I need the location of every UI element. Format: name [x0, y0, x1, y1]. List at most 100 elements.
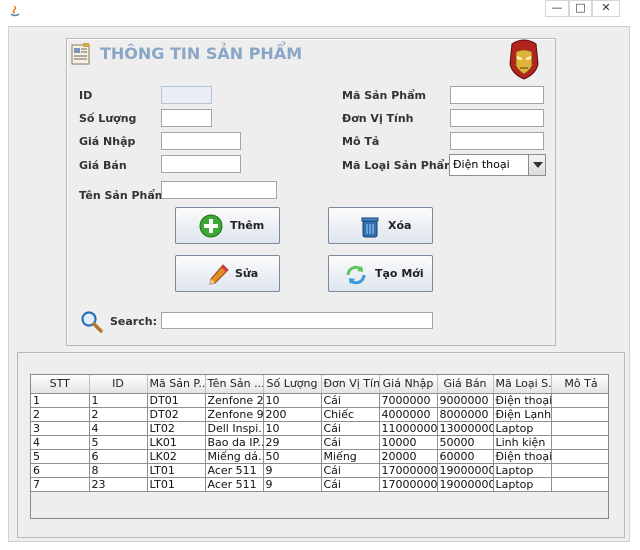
tao-moi-button[interactable]: Tạo Mới [328, 255, 433, 292]
close-button[interactable]: ✕ [592, 0, 620, 17]
table-cell[interactable]: 4000000 [379, 407, 438, 422]
table-cell[interactable]: 4 [31, 435, 90, 450]
table-cell[interactable]: 2 [89, 407, 148, 422]
table-cell[interactable] [551, 407, 608, 422]
table-cell[interactable]: Cái [321, 421, 380, 436]
table-cell[interactable]: LK01 [147, 435, 206, 450]
table-cell[interactable]: 19000000 [437, 463, 494, 478]
table-cell[interactable]: Dell Inspi... [205, 421, 264, 436]
table-cell[interactable]: 9000000 [437, 393, 494, 408]
minimize-button[interactable]: — [545, 0, 569, 17]
table-row[interactable]: 3 4 LT02 Dell Inspi... 10 Cái 11000000 13000000… [31, 421, 608, 436]
table-cell[interactable]: 7 [31, 477, 90, 492]
ten-san-pham-field[interactable] [161, 181, 277, 199]
table-cell[interactable]: Laptop [493, 463, 552, 478]
table-cell[interactable]: 3 [31, 421, 90, 436]
table-row[interactable]: 1 1 DT01 Zenfone 2 10 Cái 7000000 9000000 Điện t… [31, 393, 608, 408]
product-table-scrollpane[interactable]: STT ID Mã Sản P... Tên Sản ... Số Lượng Đơn V… [30, 374, 609, 519]
table-cell[interactable]: 9 [263, 463, 322, 478]
column-header[interactable]: Số Lượng [263, 375, 322, 394]
table-row[interactable]: 7 23 LT01 Acer 511 9 Cái 17000000 19000000 Lapto… [31, 477, 608, 492]
table-cell[interactable]: Điện Lạnh [493, 407, 552, 422]
table-cell[interactable]: Miếng dá... [205, 449, 264, 464]
table-cell[interactable]: Zenfone 9 [205, 407, 264, 422]
column-header[interactable]: STT [31, 375, 90, 394]
table-cell[interactable]: 10 [263, 393, 322, 408]
ma-san-pham-field[interactable] [450, 86, 544, 104]
them-button[interactable]: Thêm [175, 207, 280, 244]
table-cell[interactable]: 17000000 [379, 477, 438, 492]
table-cell[interactable] [551, 421, 608, 436]
table-cell[interactable]: 17000000 [379, 463, 438, 478]
table-cell[interactable]: 19000000 [437, 477, 494, 492]
table-cell[interactable]: Laptop [493, 477, 552, 492]
maximize-button[interactable]: □ [569, 0, 592, 17]
column-header[interactable]: Mã Loại S... [493, 375, 552, 394]
table-cell[interactable] [551, 477, 608, 492]
table-cell[interactable]: 2 [31, 407, 90, 422]
dropdown-arrow-icon[interactable] [528, 155, 545, 175]
table-cell[interactable]: DT01 [147, 393, 206, 408]
table-cell[interactable]: 4 [89, 421, 148, 436]
table-cell[interactable]: 6 [89, 449, 148, 464]
table-cell[interactable]: Chiếc [321, 407, 380, 422]
sua-button[interactable]: Sửa [175, 255, 280, 292]
table-cell[interactable]: 5 [31, 449, 90, 464]
column-header[interactable]: ID [89, 375, 148, 394]
table-cell[interactable]: 8000000 [437, 407, 494, 422]
column-header[interactable]: Mô Tả [551, 375, 608, 394]
table-cell[interactable]: 50 [263, 449, 322, 464]
table-cell[interactable]: LT02 [147, 421, 206, 436]
product-table[interactable]: STT ID Mã Sản P... Tên Sản ... Số Lượng Đơn V… [31, 375, 608, 492]
table-cell[interactable]: Cái [321, 435, 380, 450]
table-cell[interactable]: 200 [263, 407, 322, 422]
table-cell[interactable]: LK02 [147, 449, 206, 464]
column-header[interactable]: Giá Nhập [379, 375, 438, 394]
xoa-button[interactable]: Xóa [328, 207, 433, 244]
table-cell[interactable]: Cái [321, 393, 380, 408]
table-cell[interactable]: Điện thoại [493, 393, 552, 408]
table-row[interactable]: 4 5 LK01 Bao da IP... 29 Cái 10000 50000 Linh ki… [31, 435, 608, 450]
ma-loai-san-pham-select[interactable]: Điện thoại [449, 154, 546, 176]
table-cell[interactable]: 5 [89, 435, 148, 450]
column-header[interactable]: Mã Sản P... [147, 375, 206, 394]
table-cell[interactable]: Zenfone 2 [205, 393, 264, 408]
table-cell[interactable]: 9 [263, 477, 322, 492]
table-cell[interactable]: Laptop [493, 421, 552, 436]
table-cell[interactable]: 20000 [379, 449, 438, 464]
table-cell[interactable]: 7000000 [379, 393, 438, 408]
column-header[interactable]: Tên Sản ... [205, 375, 264, 394]
table-cell[interactable]: 11000000 [379, 421, 438, 436]
table-cell[interactable]: Điện thoại [493, 449, 552, 464]
table-cell[interactable]: Acer 511 [205, 477, 264, 492]
don-vi-tinh-field[interactable] [450, 109, 544, 127]
column-header[interactable]: Giá Bán [437, 375, 494, 394]
column-header[interactable]: Đơn Vị Tính [321, 375, 380, 394]
table-cell[interactable] [551, 463, 608, 478]
table-cell[interactable]: 1 [31, 393, 90, 408]
table-cell[interactable]: Miếng [321, 449, 380, 464]
search-input[interactable] [161, 312, 433, 329]
table-cell[interactable]: 10 [263, 421, 322, 436]
table-cell[interactable]: 23 [89, 477, 148, 492]
table-cell[interactable] [551, 393, 608, 408]
table-row[interactable]: 5 6 LK02 Miếng dá... 50 Miếng 20000 60000 Điện t… [31, 449, 608, 464]
table-cell[interactable]: 10000 [379, 435, 438, 450]
table-cell[interactable]: Bao da IP... [205, 435, 264, 450]
table-cell[interactable]: 6 [31, 463, 90, 478]
table-row[interactable]: 2 2 DT02 Zenfone 9 200 Chiếc 4000000 8000000 Điệ… [31, 407, 608, 422]
table-cell[interactable] [551, 435, 608, 450]
table-cell[interactable]: Acer 511 [205, 463, 264, 478]
table-cell[interactable]: 8 [89, 463, 148, 478]
so-luong-field[interactable] [161, 109, 212, 127]
table-row[interactable]: 6 8 LT01 Acer 511 9 Cái 17000000 19000000 Laptop [31, 463, 608, 478]
table-cell[interactable]: DT02 [147, 407, 206, 422]
table-cell[interactable]: 60000 [437, 449, 494, 464]
table-cell[interactable]: 13000000 [437, 421, 494, 436]
table-cell[interactable]: LT01 [147, 463, 206, 478]
table-cell[interactable]: Cái [321, 463, 380, 478]
table-cell[interactable]: Cái [321, 477, 380, 492]
gia-nhap-field[interactable] [161, 132, 241, 150]
table-cell[interactable]: LT01 [147, 477, 206, 492]
table-cell[interactable] [551, 449, 608, 464]
